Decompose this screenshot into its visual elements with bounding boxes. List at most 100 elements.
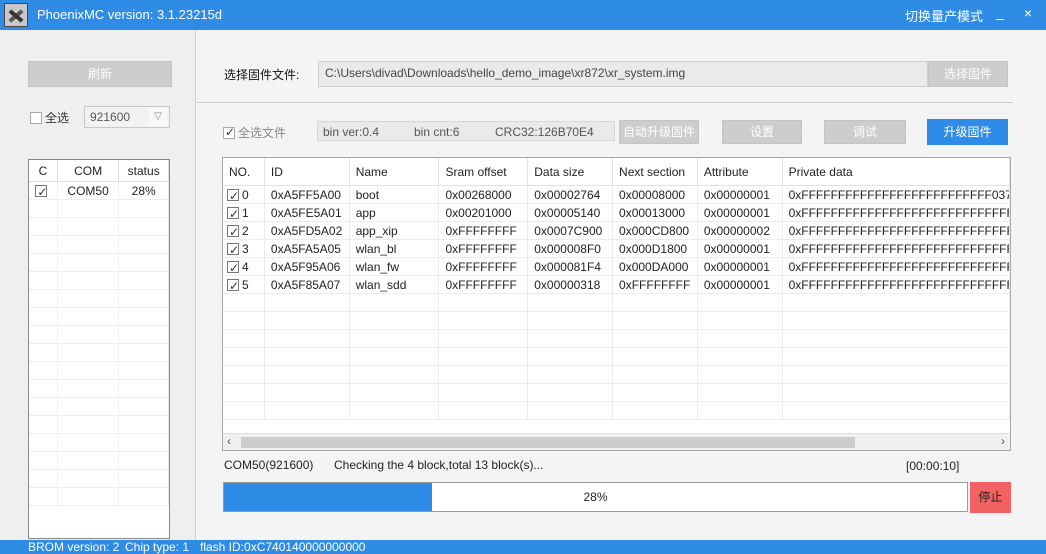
empty-cell: [528, 402, 614, 419]
device-row-checkbox[interactable]: [29, 182, 58, 201]
sram-offset: 0xFFFFFFFF: [439, 222, 529, 239]
empty-row: [223, 294, 1010, 312]
empty-cell: [119, 326, 169, 343]
table-row[interactable]: 50xA5F85A07wlan_sdd0xFFFFFFFF0x000003180…: [223, 276, 1010, 294]
device-row[interactable]: COM50 28%: [29, 182, 169, 201]
empty-cell: [58, 488, 120, 505]
select-all-label: 全选: [45, 111, 70, 125]
chevron-down-icon: ▽: [149, 108, 167, 126]
private-data: 0xFFFFFFFFFFFFFFFFFFFFFFFFFFFFFFFFFF: [783, 222, 1010, 239]
checkbox-checked-icon: [35, 183, 47, 201]
empty-cell: [439, 348, 529, 365]
empty-cell: [29, 254, 58, 271]
refresh-button[interactable]: 刷新: [28, 61, 172, 87]
debug-button[interactable]: 调试: [824, 120, 906, 144]
row-checkbox[interactable]: 4: [223, 258, 265, 275]
sram-offset: 0xFFFFFFFF: [439, 276, 529, 293]
sram-offset: 0xFFFFFFFF: [439, 258, 529, 275]
table-row[interactable]: 40xA5F95A06wlan_fw0xFFFFFFFF0x000081F40x…: [223, 258, 1010, 276]
horizontal-scrollbar[interactable]: ‹ ›: [223, 433, 1010, 450]
auto-upgrade-button[interactable]: 自动升级固件: [619, 120, 699, 144]
empty-cell: [58, 254, 120, 271]
select-firmware-button[interactable]: 选择固件: [928, 61, 1008, 87]
scrollbar-thumb[interactable]: [241, 437, 855, 448]
empty-cell: [29, 416, 58, 433]
switch-production-mode-button[interactable]: 切换量产模式: [905, 6, 983, 25]
column-header-id[interactable]: ID: [265, 158, 350, 185]
stop-button[interactable]: 停止: [970, 482, 1011, 513]
empty-cell: [119, 488, 169, 505]
empty-cell: [58, 218, 120, 235]
row-number: 3: [242, 242, 249, 256]
empty-cell: [439, 384, 529, 401]
scroll-right-icon[interactable]: ›: [1001, 434, 1005, 448]
empty-row: [29, 308, 169, 326]
attribute: 0x00000001: [698, 276, 783, 293]
column-header-data-size[interactable]: Data size: [528, 158, 614, 185]
column-header-sram-offset[interactable]: Sram offset: [439, 158, 529, 185]
row-checkbox[interactable]: 2: [223, 222, 265, 239]
row-checkbox[interactable]: 3: [223, 240, 265, 257]
column-header-next-section[interactable]: Next section: [613, 158, 698, 185]
empty-row: [29, 470, 169, 488]
table-row[interactable]: 1 0xA5FE5A01app0x002010000x000051400x0001…: [223, 204, 1010, 222]
empty-row: [223, 402, 1010, 420]
empty-cell: [29, 452, 58, 469]
row-number: 1: [242, 206, 249, 220]
empty-cell: [783, 348, 1010, 365]
checkbox-checked-icon: [227, 259, 239, 275]
column-header-attribute[interactable]: Attribute: [698, 158, 783, 185]
private-data: 0xFFFFFFFFFFFFFFFFFFFFFFFFFF037000: [783, 186, 1010, 203]
empty-cell: [613, 366, 698, 383]
empty-row: [29, 344, 169, 362]
firmware-path-field[interactable]: C:\Users\divad\Downloads\hello_demo_imag…: [318, 61, 928, 87]
title-bar: PhoenixMC version: 3.1.23215d 切换量产模式 _ ×: [0, 0, 1046, 30]
attribute: 0x00000001: [698, 204, 783, 221]
column-header-status[interactable]: status: [119, 160, 169, 181]
empty-row: [29, 200, 169, 218]
column-header-com[interactable]: COM: [58, 160, 120, 181]
empty-cell: [528, 348, 614, 365]
empty-row: [223, 312, 1010, 330]
empty-cell: [119, 218, 169, 235]
empty-cell: [58, 434, 120, 451]
column-header-name[interactable]: Name: [350, 158, 440, 185]
checkbox-checked-icon: [227, 187, 239, 203]
baud-rate-select[interactable]: 921600 ▽: [84, 106, 170, 128]
empty-cell: [29, 326, 58, 343]
empty-row: [223, 366, 1010, 384]
status-bar: BROM version: 2 Chip type: 1 flash ID:0x…: [0, 540, 1046, 554]
empty-cell: [265, 312, 350, 329]
table-row[interactable]: 00xA5FF5A00boot0x002680000x000027640x000…: [223, 186, 1010, 204]
column-header-private-data[interactable]: Private data: [783, 158, 1010, 185]
private-data: 0xFFFFFFFFFFFFFFFFFFFFFFFFFFFFFFFFFF: [783, 240, 1010, 257]
table-row[interactable]: 20xA5FD5A02app_xip0xFFFFFFFF0x0007C9000x…: [223, 222, 1010, 240]
row-checkbox[interactable]: 5: [223, 276, 265, 293]
empty-cell: [350, 294, 440, 311]
partition-table-header: NO. ID Name Sram offset Data size Next s…: [223, 158, 1010, 186]
minimize-button[interactable]: _: [992, 4, 1008, 24]
select-all-files-checkbox[interactable]: 全选文件: [223, 124, 286, 141]
scroll-left-icon[interactable]: ‹: [227, 434, 231, 448]
empty-cell: [439, 294, 529, 311]
empty-cell: [119, 290, 169, 307]
column-header-no[interactable]: NO.: [223, 158, 265, 185]
empty-cell: [119, 362, 169, 379]
upgrade-firmware-button[interactable]: 升级固件: [927, 119, 1008, 145]
column-header-check[interactable]: C: [29, 160, 58, 181]
close-button[interactable]: ×: [1020, 5, 1036, 23]
data-size: 0x00000318: [528, 276, 614, 293]
row-checkbox[interactable]: 1: [223, 204, 265, 221]
empty-cell: [783, 366, 1010, 383]
select-all-devices-checkbox[interactable]: 全选: [30, 109, 69, 126]
table-row[interactable]: 30xA5FA5A05wlan_bl0xFFFFFFFF0x000008F00x…: [223, 240, 1010, 258]
data-size: 0x000008F0: [528, 240, 614, 257]
empty-row: [29, 416, 169, 434]
empty-cell: [29, 308, 58, 325]
row-checkbox[interactable]: 0: [223, 186, 265, 203]
empty-cell: [265, 348, 350, 365]
empty-cell: [698, 312, 783, 329]
settings-button[interactable]: 设置: [722, 120, 802, 144]
empty-cell: [350, 330, 440, 347]
next-section: 0x000CD800: [613, 222, 698, 239]
